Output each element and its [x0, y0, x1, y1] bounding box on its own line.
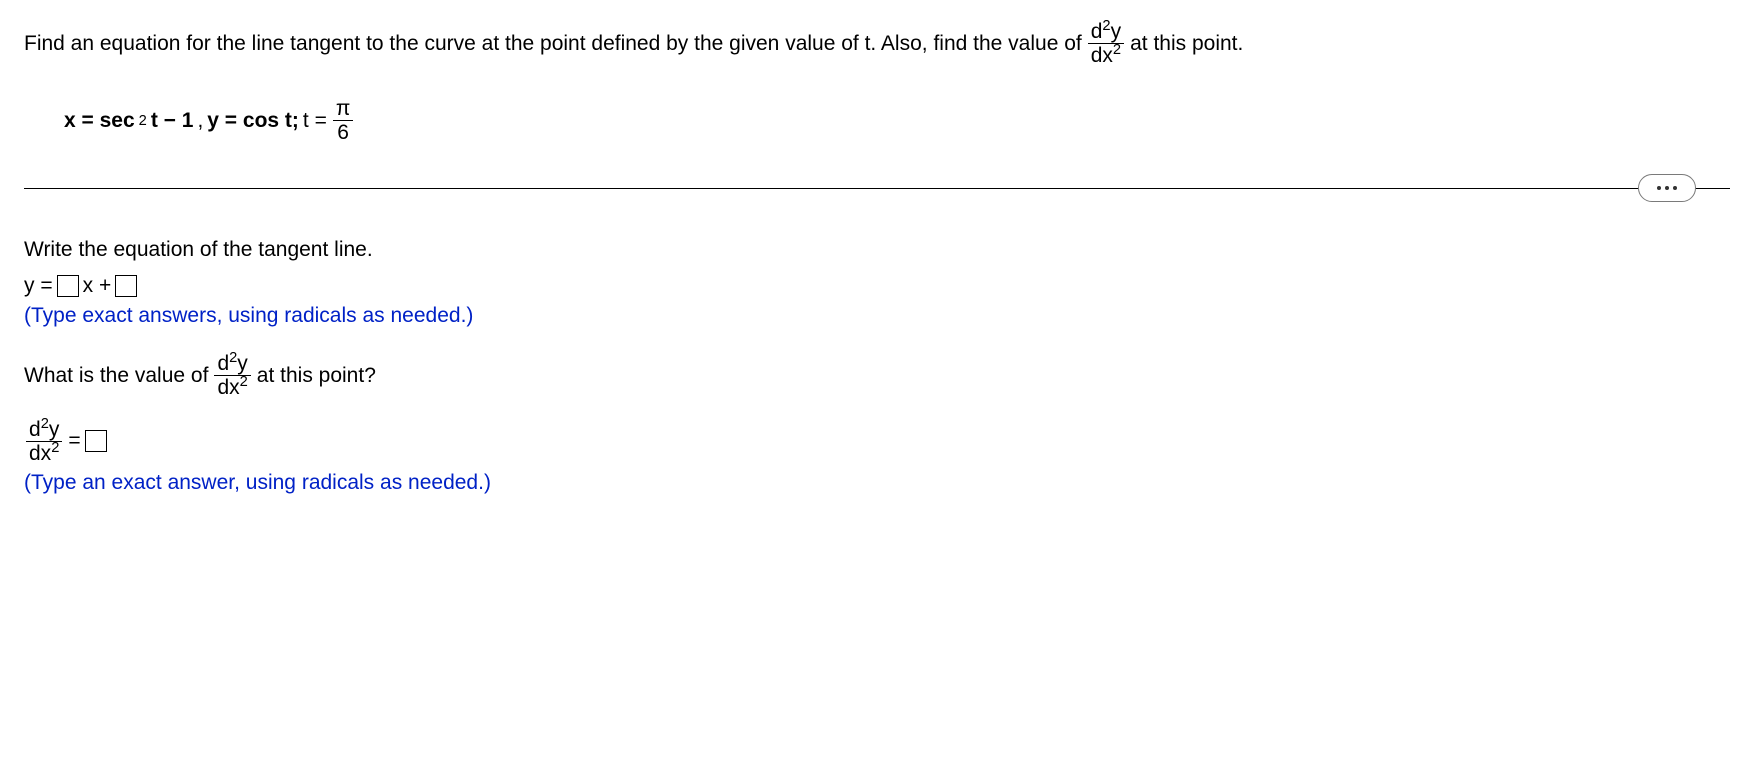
second-derivative-fraction-lhs: d2y dx2: [26, 418, 62, 465]
second-derivative-fraction-inline: d2y dx2: [214, 352, 250, 399]
more-button[interactable]: [1638, 174, 1696, 202]
q2-hint: (Type an exact answer, using radicals as…: [24, 471, 1730, 495]
second-derivative-answer-line: d2y dx2 =: [24, 418, 1730, 465]
tangent-equation-line: y = x +: [24, 274, 1730, 298]
q2-prompt: What is the value of d2y dx2 at this poi…: [24, 352, 1730, 399]
divider-line: [24, 188, 1730, 189]
dot-icon: [1665, 186, 1669, 190]
problem-text-after: at this point.: [1130, 27, 1243, 61]
intercept-input[interactable]: [115, 275, 137, 297]
q1-prompt: Write the equation of the tangent line.: [24, 238, 1730, 262]
given-equations: x = sec2 t − 1 , y = cos t; t = π 6: [64, 97, 1730, 144]
dot-icon: [1657, 186, 1661, 190]
q1-hint: (Type exact answers, using radicals as n…: [24, 304, 1730, 328]
dot-icon: [1673, 186, 1677, 190]
second-derivative-input[interactable]: [85, 430, 107, 452]
second-derivative-fraction: d2y dx2: [1088, 20, 1124, 67]
equals-label: =: [68, 429, 80, 453]
problem-statement: Find an equation for the line tangent to…: [24, 20, 1730, 67]
x-plus-label: x +: [83, 274, 112, 298]
question-second-derivative: What is the value of d2y dx2 at this poi…: [24, 352, 1730, 494]
pi-over-six: π 6: [333, 97, 354, 144]
question-tangent-line: Write the equation of the tangent line. …: [24, 238, 1730, 328]
problem-text-before: Find an equation for the line tangent to…: [24, 27, 1082, 61]
y-equals-label: y =: [24, 274, 53, 298]
section-divider: [24, 174, 1730, 202]
slope-input[interactable]: [57, 275, 79, 297]
